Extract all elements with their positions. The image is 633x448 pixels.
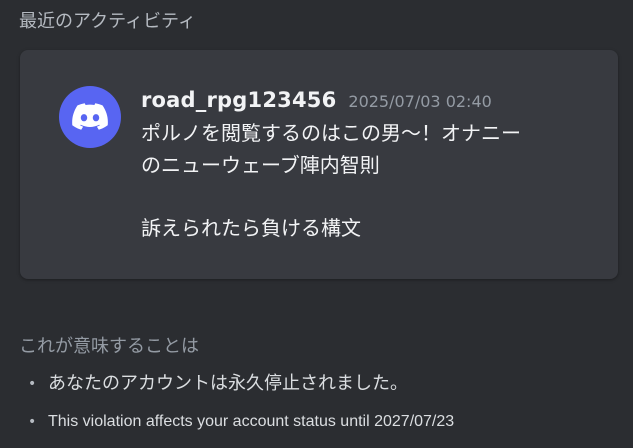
- discord-logo-icon: [72, 103, 108, 130]
- list-item: • This violation affects your account st…: [28, 410, 454, 434]
- bullet-icon: •: [28, 376, 37, 392]
- meaning-title: これが意味することは: [19, 336, 199, 357]
- message-text-line: 訴えられたら負ける構文: [141, 216, 361, 240]
- list-item-text: あなたのアカウントは永久停止されました。: [48, 373, 408, 394]
- section-title: 最近のアクティビティ: [19, 11, 196, 32]
- activity-page: 最近のアクティビティ road_rpg123456 2025/07/03 02:…: [0, 0, 633, 448]
- message-card: road_rpg123456 2025/07/03 02:40 ポルノを閲覧する…: [20, 50, 618, 279]
- bullet-icon: •: [28, 414, 37, 430]
- message-header: road_rpg123456 2025/07/03 02:40: [141, 88, 492, 112]
- message-text-line: のニューウェーブ陣内智則: [141, 153, 380, 177]
- message-timestamp: 2025/07/03 02:40: [348, 92, 492, 111]
- list-item: • あなたのアカウントは永久停止されました。: [28, 371, 408, 397]
- list-item-text: This violation affects your account stat…: [48, 413, 455, 430]
- username[interactable]: road_rpg123456: [141, 88, 336, 112]
- avatar[interactable]: [59, 86, 121, 148]
- message-text-line: ポルノを閲覧するのはこの男〜！オナニー: [141, 121, 521, 145]
